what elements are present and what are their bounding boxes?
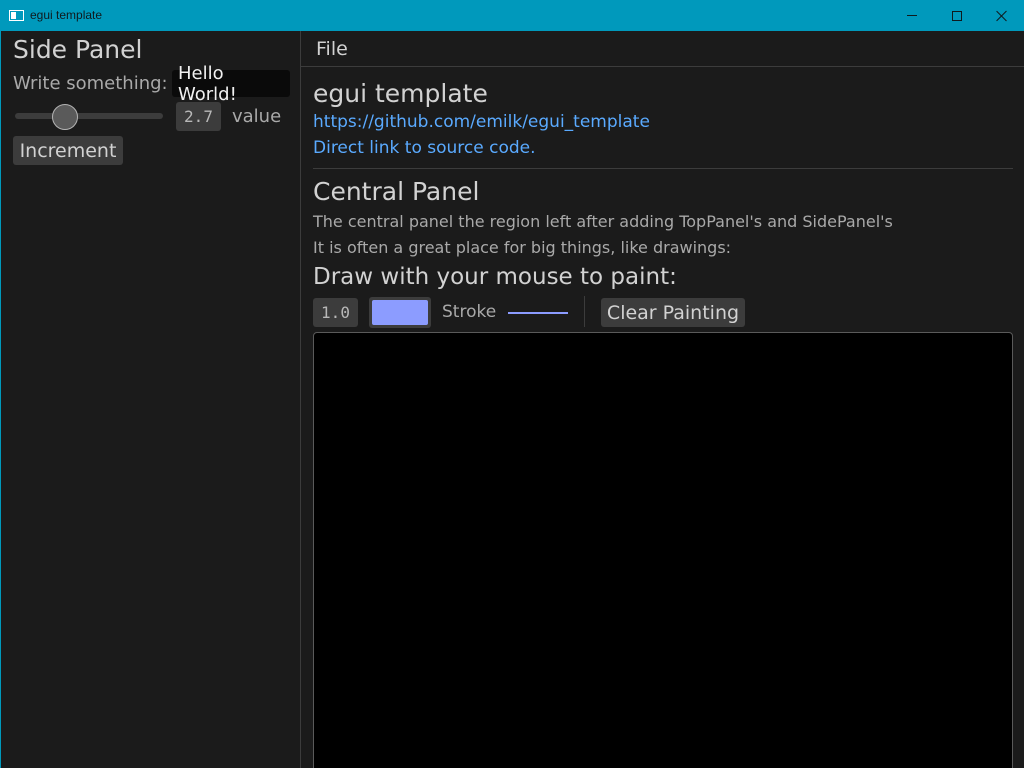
stroke-color-picker[interactable] [369, 297, 431, 328]
top-menu-bar: File [301, 31, 1024, 67]
central-panel-heading: Central Panel [313, 177, 480, 206]
value-slider-handle[interactable] [51, 104, 78, 130]
file-menu[interactable]: File [316, 38, 348, 60]
maximize-icon [952, 10, 962, 21]
text-input-value: Hello World! [178, 62, 237, 105]
window-title: egui template [30, 8, 103, 22]
text-input[interactable]: Hello World! [172, 63, 290, 105]
stroke-preview-line [508, 312, 568, 314]
close-icon [996, 10, 1008, 22]
side-panel: Side Panel Write something: Hello World!… [1, 31, 300, 768]
write-something-label: Write something: [13, 73, 168, 94]
close-button[interactable] [979, 0, 1024, 31]
toolbar-separator [584, 296, 585, 327]
central-panel: egui template https://github.com/emilk/e… [301, 67, 1024, 768]
separator [313, 168, 1013, 169]
increment-button[interactable]: Increment [13, 136, 123, 165]
side-panel-title: Side Panel [13, 35, 143, 64]
central-description-1: The central panel the region left after … [313, 212, 893, 231]
central-description-2: It is often a great place for big things… [313, 238, 732, 257]
value-label: value [232, 106, 282, 127]
value-slider-track[interactable] [15, 113, 163, 119]
stroke-color-swatch [372, 300, 428, 325]
repo-link[interactable]: https://github.com/emilk/egui_template [313, 112, 650, 132]
painting-canvas[interactable] [313, 332, 1013, 768]
app-window-icon [9, 10, 24, 21]
source-code-link[interactable]: Direct link to source code. [313, 138, 536, 158]
title-bar[interactable]: egui template [0, 0, 1024, 31]
maximize-button[interactable] [934, 0, 980, 31]
minimize-icon [907, 15, 917, 16]
app-heading: egui template [313, 79, 488, 108]
clear-painting-button[interactable]: Clear Painting [601, 298, 745, 327]
stroke-label: Stroke [442, 302, 497, 322]
minimize-button[interactable] [889, 0, 935, 31]
draw-heading: Draw with your mouse to paint: [313, 264, 677, 290]
stroke-width-field[interactable]: 1.0 [313, 298, 358, 327]
value-drag-field[interactable]: 2.7 [176, 102, 221, 131]
